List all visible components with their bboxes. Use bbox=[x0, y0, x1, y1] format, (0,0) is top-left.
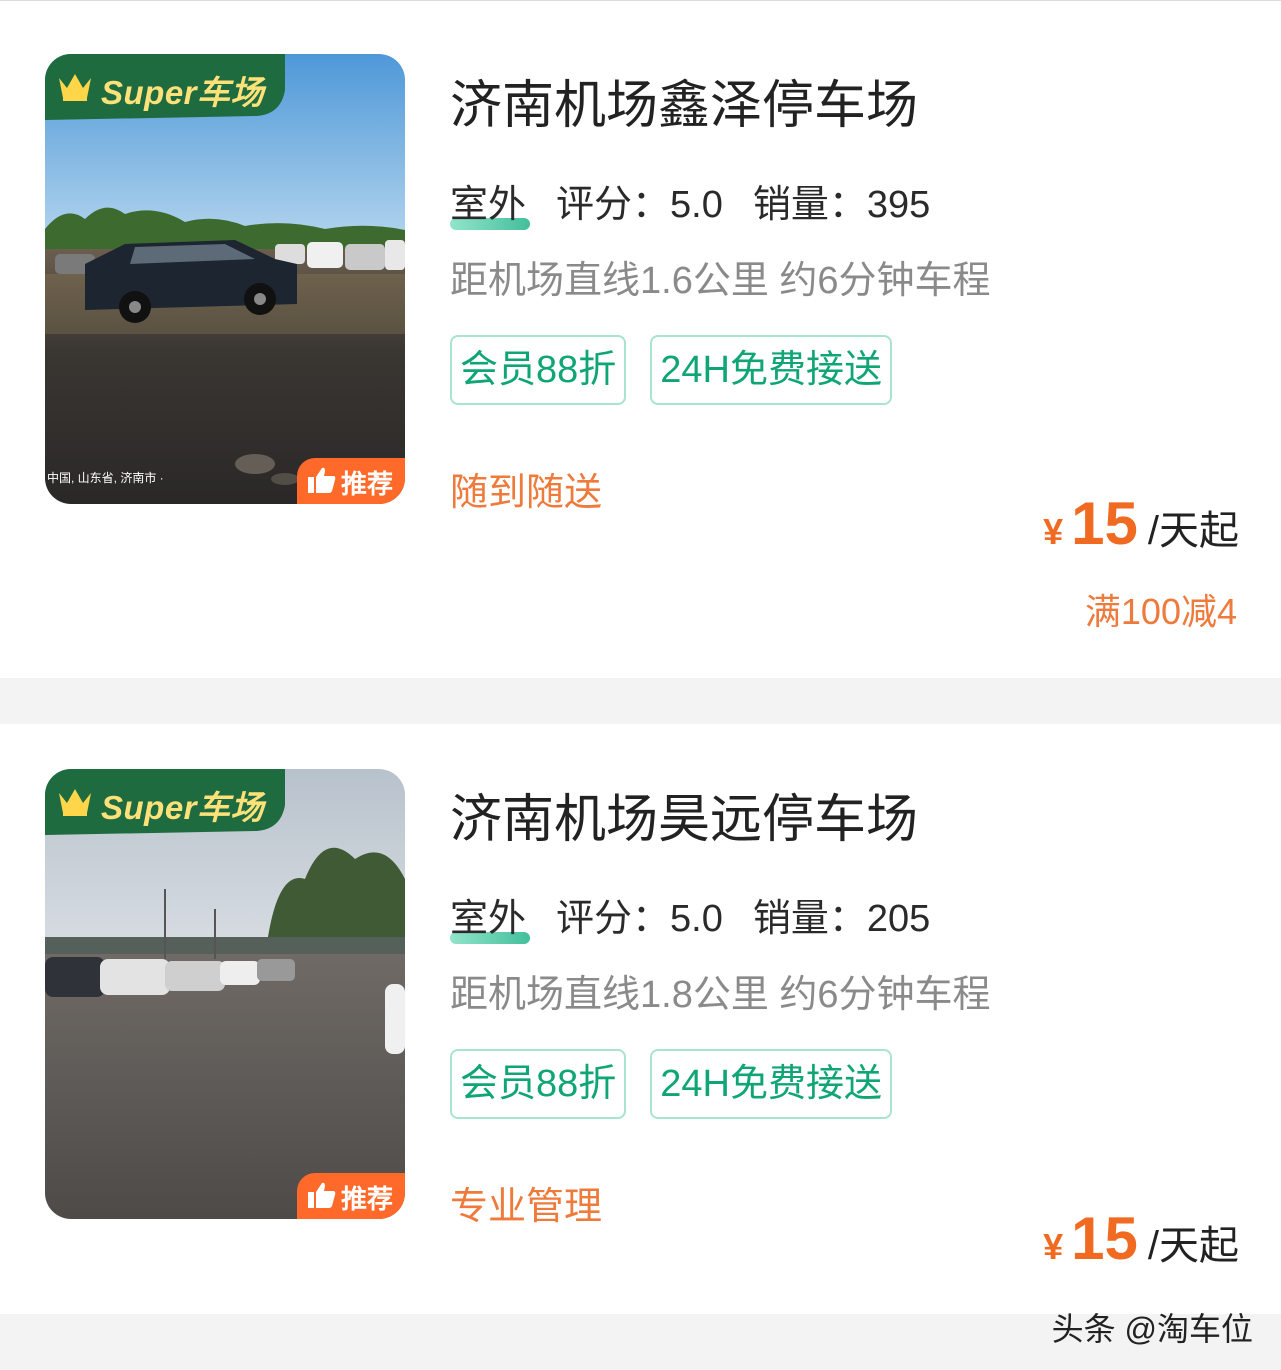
listing-meta: 室外 评分：5.0 销量：205 bbox=[450, 887, 931, 944]
card-separator bbox=[0, 678, 1281, 724]
recommend-label: 推荐 bbox=[341, 469, 394, 499]
parking-lot-title[interactable]: 济南机场昊远停车场 bbox=[450, 777, 918, 852]
service-slogan: 专业管理 bbox=[450, 1186, 603, 1228]
price-unit: /天起 bbox=[1147, 1224, 1239, 1268]
tag-member-discount: 会员88折 bbox=[450, 1049, 627, 1119]
crown-icon bbox=[59, 74, 91, 101]
parking-lot-title[interactable]: 济南机场鑫泽停车场 bbox=[450, 63, 918, 138]
service-slogan: 随到随送 bbox=[450, 472, 603, 514]
parking-lot-scene bbox=[45, 769, 405, 1219]
tag-free-shuttle: 24H免费接送 bbox=[650, 335, 892, 405]
parking-lot-photo[interactable]: Super车场 推荐 bbox=[45, 769, 405, 1219]
outdoor-type-label: 室外 bbox=[450, 887, 530, 944]
price-amount: 15 bbox=[1071, 490, 1138, 557]
listing-meta: 室外 评分：5.0 销量：395 bbox=[450, 173, 931, 230]
super-badge-label: Super车场 bbox=[101, 789, 265, 826]
currency-symbol: ¥ bbox=[1043, 1226, 1064, 1267]
sales-text: 销量：395 bbox=[752, 184, 931, 226]
parking-listing-card[interactable]: Super车场 推荐 济南机场昊远停车场 室外 评分：5.0 销量：205 距机场直… bbox=[0, 724, 1281, 1314]
super-parking-badge: Super车场 bbox=[45, 769, 285, 835]
feature-tags: 会员88折 24H免费接送 bbox=[450, 1049, 892, 1119]
rating-text: 评分：5.0 bbox=[556, 898, 723, 940]
thumbs-up-icon bbox=[308, 467, 336, 493]
rating-text: 评分：5.0 bbox=[556, 184, 723, 226]
tag-member-discount: 会员88折 bbox=[450, 335, 627, 405]
thumbs-up-icon bbox=[308, 1182, 336, 1208]
price-amount: 15 bbox=[1071, 1205, 1138, 1272]
price-display: ¥15/天起 bbox=[1043, 1204, 1239, 1273]
feature-tags: 会员88折 24H免费接送 bbox=[450, 335, 892, 405]
tag-free-shuttle: 24H免费接送 bbox=[650, 1049, 892, 1119]
currency-symbol: ¥ bbox=[1043, 511, 1064, 552]
recommend-badge: 推荐 bbox=[297, 1173, 405, 1219]
price-unit: /天起 bbox=[1147, 509, 1239, 553]
watermark: 头条 @淘车位 bbox=[1051, 1311, 1253, 1347]
sales-text: 销量：205 bbox=[752, 898, 931, 940]
promo-discount: 满100减4 bbox=[1084, 591, 1237, 632]
parking-lot-photo[interactable]: Super车场 中国, 山东省, 济南市 · 推荐 bbox=[45, 54, 405, 504]
recommend-label: 推荐 bbox=[341, 1184, 394, 1214]
parking-lot-scene bbox=[45, 54, 405, 504]
recommend-badge: 推荐 bbox=[297, 458, 405, 504]
crown-icon bbox=[59, 789, 91, 816]
outdoor-type-label: 室外 bbox=[450, 173, 530, 230]
price-display: ¥15/天起 bbox=[1043, 489, 1239, 558]
super-parking-badge: Super车场 bbox=[45, 54, 285, 120]
super-badge-label: Super车场 bbox=[101, 74, 265, 111]
distance-text: 距机场直线1.6公里 约6分钟车程 bbox=[450, 260, 991, 302]
distance-text: 距机场直线1.8公里 约6分钟车程 bbox=[450, 974, 991, 1016]
parking-listing-card[interactable]: Super车场 中国, 山东省, 济南市 · 推荐 济南机场鑫泽停车场 室外 评分… bbox=[0, 1, 1281, 678]
photo-location-caption: 中国, 山东省, 济南市 · bbox=[47, 471, 164, 485]
